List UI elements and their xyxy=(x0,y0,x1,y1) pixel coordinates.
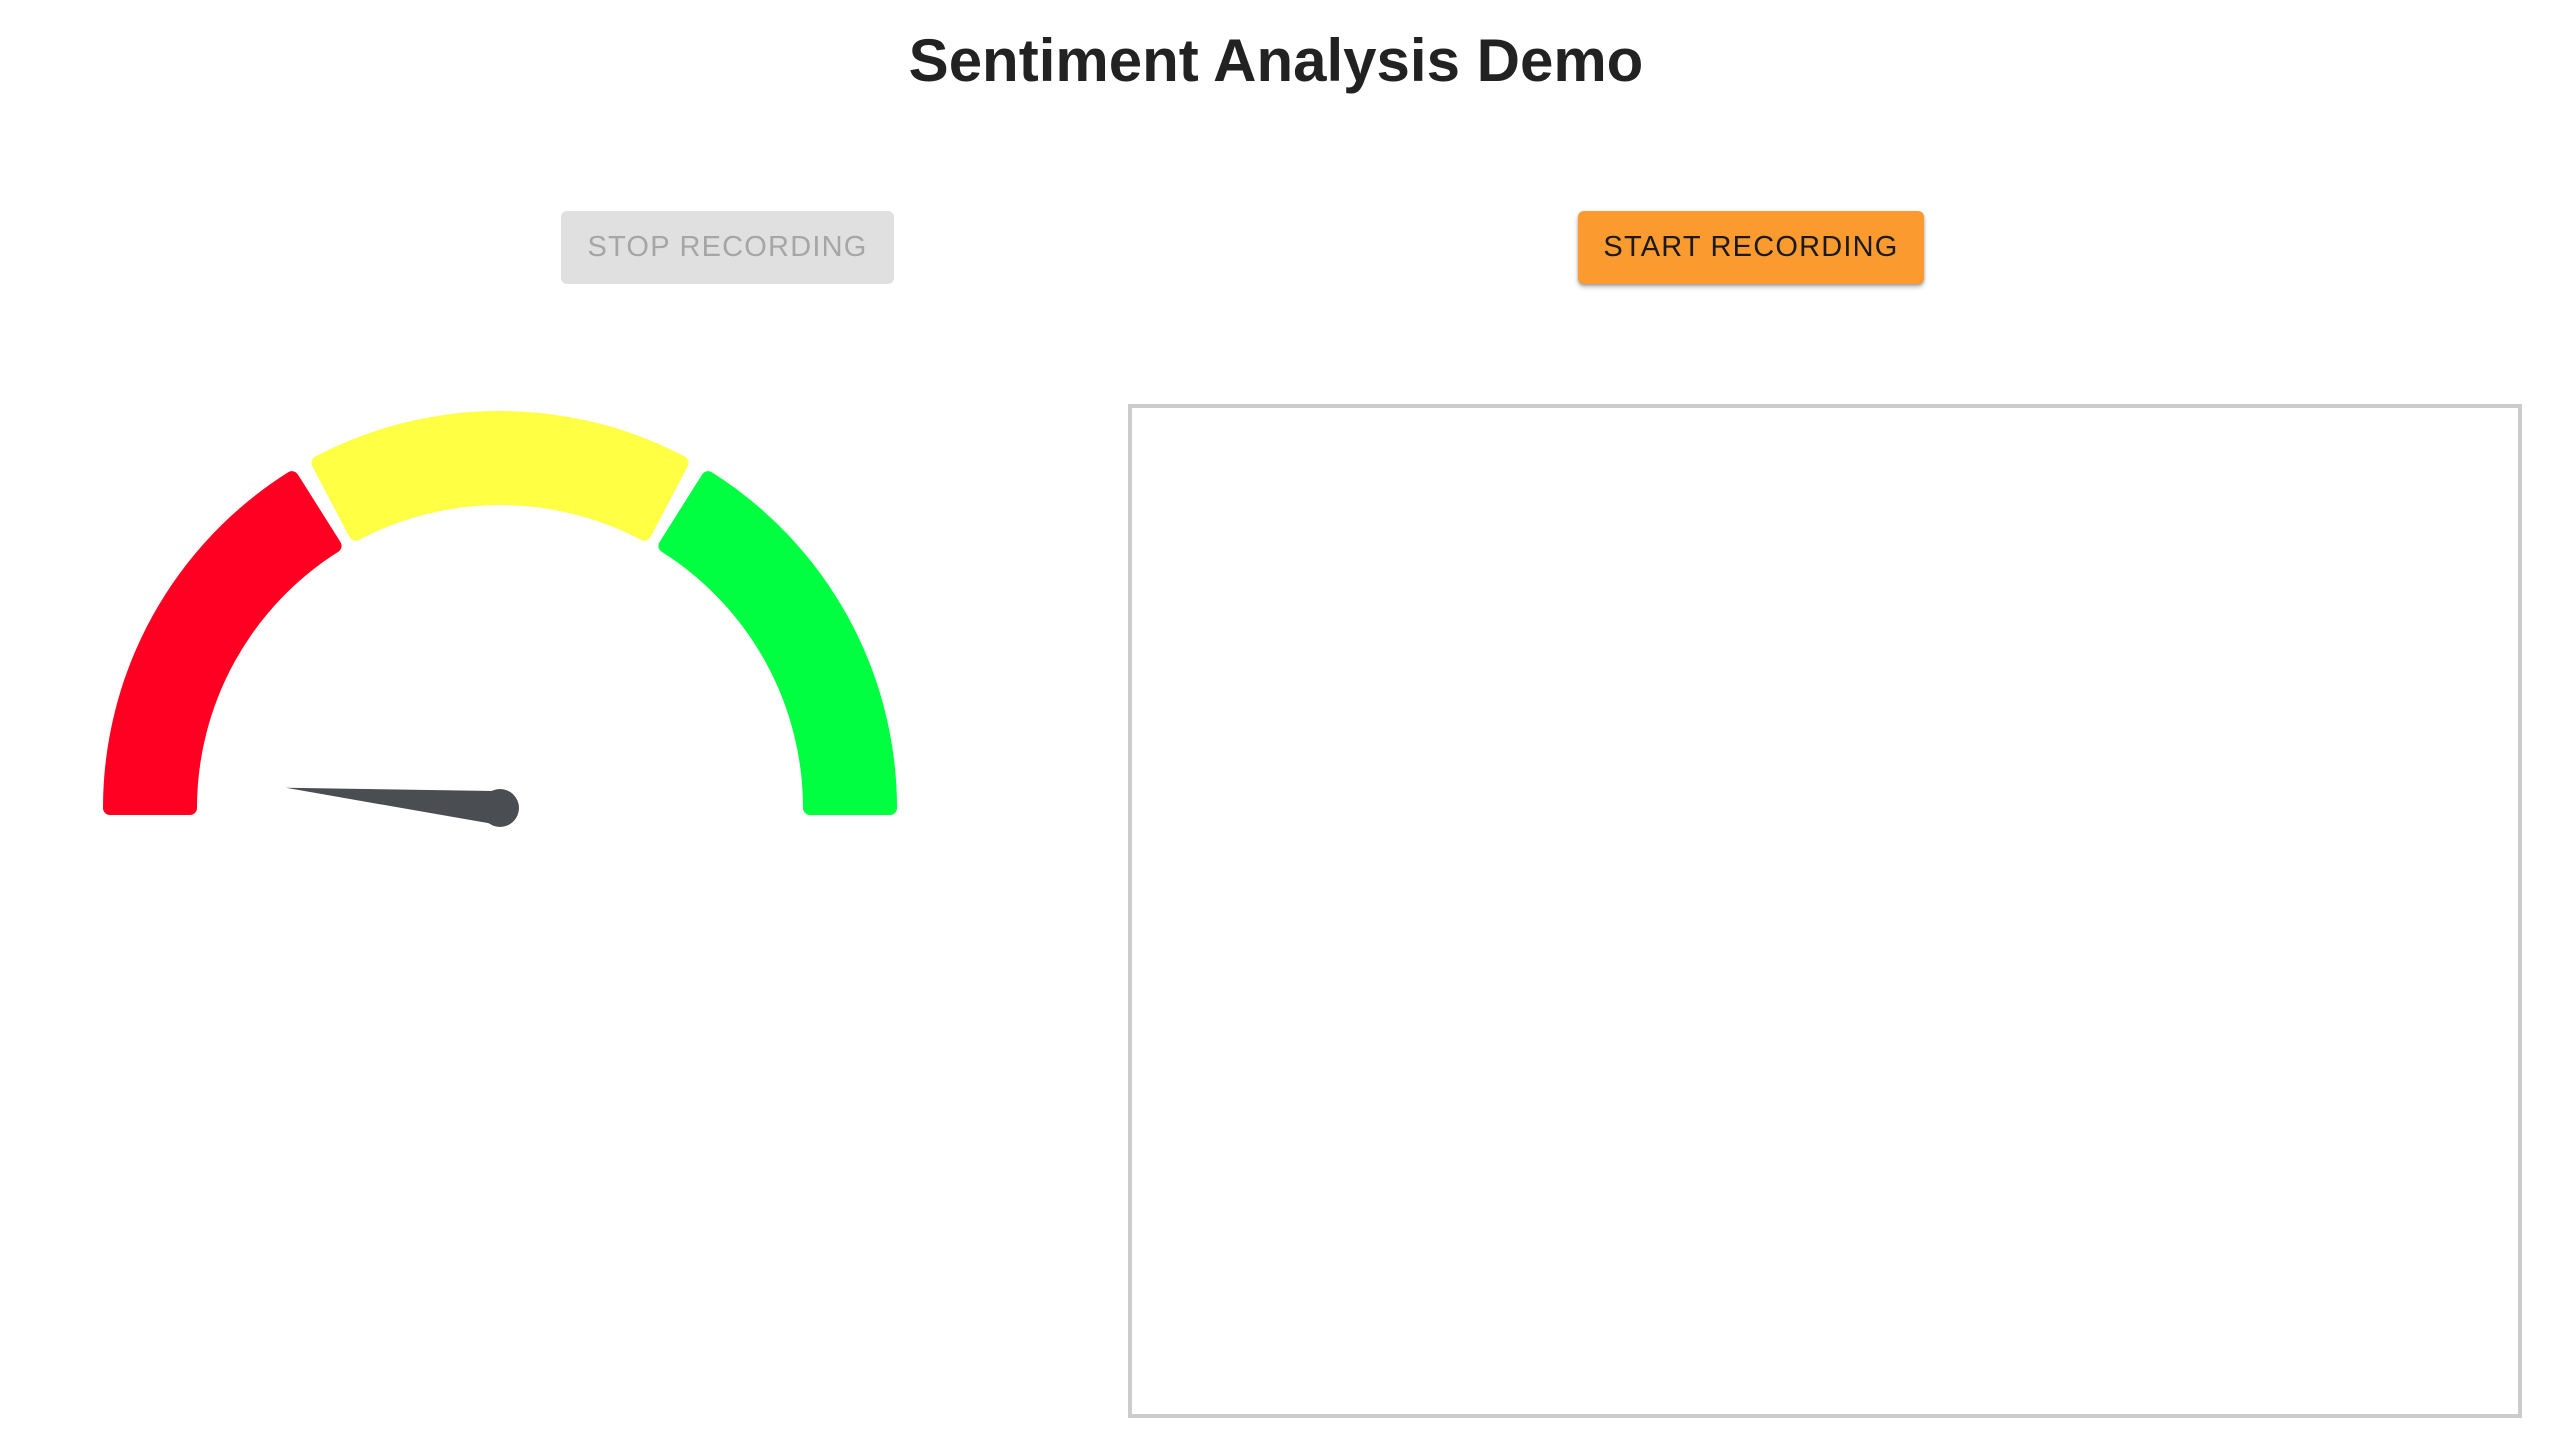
page-title: Sentiment Analysis Demo xyxy=(908,27,1644,94)
gauge-segment-neutral xyxy=(311,411,689,541)
gauge-needle xyxy=(285,787,519,827)
transcript-output-box xyxy=(1128,404,2522,1418)
start-recording-button[interactable]: START RECORDING xyxy=(1578,211,1924,284)
gauge-needle-pointer xyxy=(285,787,502,825)
gauge-segment-negative xyxy=(103,471,342,815)
gauge-needle-hub xyxy=(481,789,519,827)
gauge-segment-positive xyxy=(658,471,897,815)
page: Sentiment Analysis Demo STOP RECORDING S… xyxy=(0,0,2552,1456)
sentiment-gauge xyxy=(103,411,897,827)
stop-recording-button[interactable]: STOP RECORDING xyxy=(561,211,894,284)
